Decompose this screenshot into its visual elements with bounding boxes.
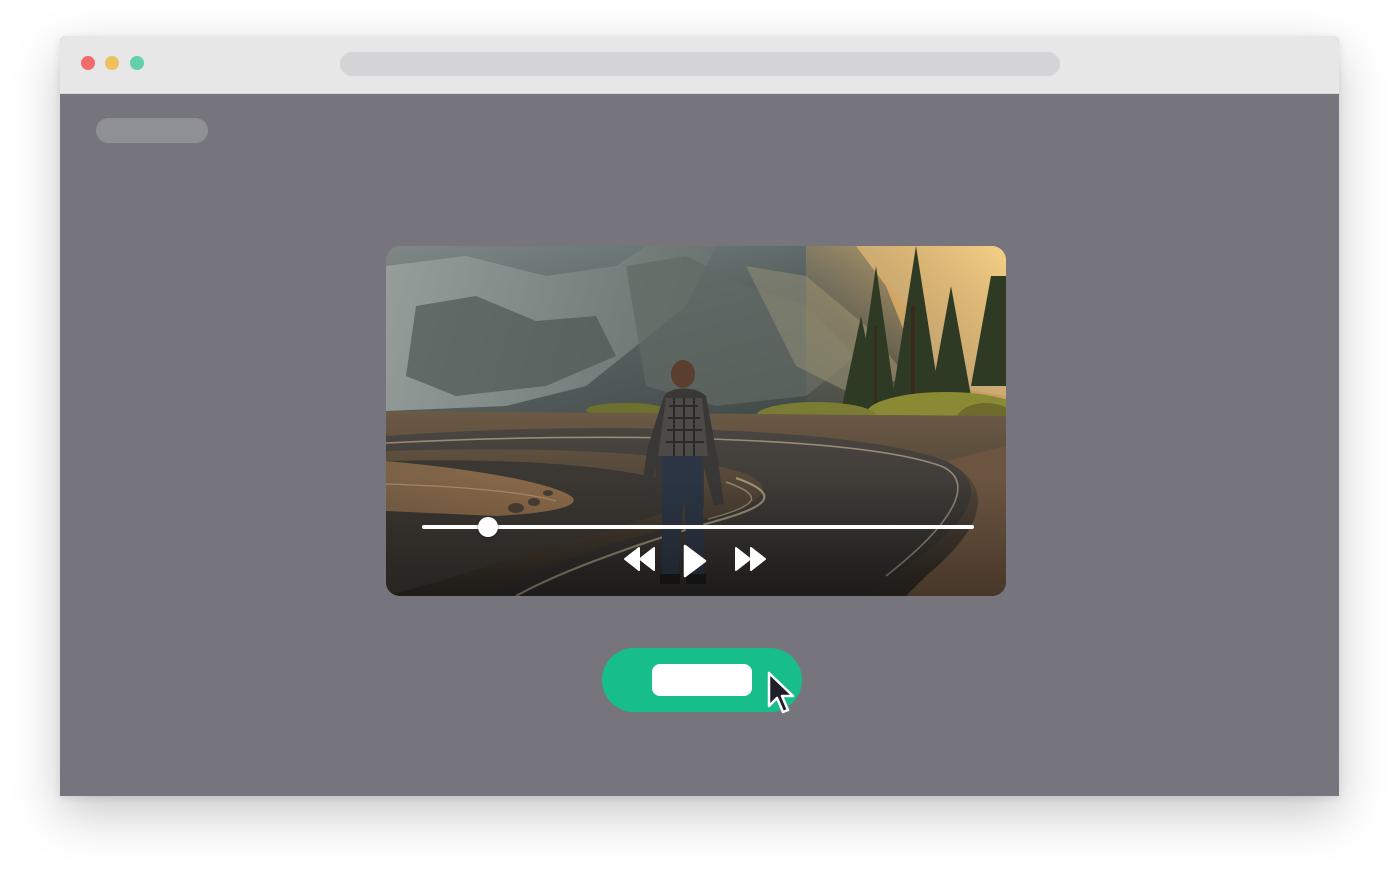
rewind-icon xyxy=(624,544,660,574)
fast-forward-button[interactable] xyxy=(734,544,770,580)
zoom-window-button[interactable] xyxy=(130,56,144,70)
minimize-window-button[interactable] xyxy=(105,56,119,70)
fast-forward-icon xyxy=(734,544,770,574)
rewind-button[interactable] xyxy=(624,544,660,580)
back-link-placeholder[interactable] xyxy=(96,118,208,143)
screenshot-stage xyxy=(0,0,1400,880)
primary-action-label-placeholder xyxy=(652,664,752,696)
play-icon xyxy=(682,544,710,578)
browser-window xyxy=(60,36,1339,796)
play-button[interactable] xyxy=(682,544,710,580)
window-titlebar xyxy=(60,36,1339,94)
video-player[interactable] xyxy=(386,246,1006,596)
playback-progress-bar[interactable] xyxy=(422,517,974,537)
address-bar[interactable] xyxy=(340,52,1060,76)
arrow-cursor-icon xyxy=(767,671,795,714)
close-window-button[interactable] xyxy=(81,56,95,70)
